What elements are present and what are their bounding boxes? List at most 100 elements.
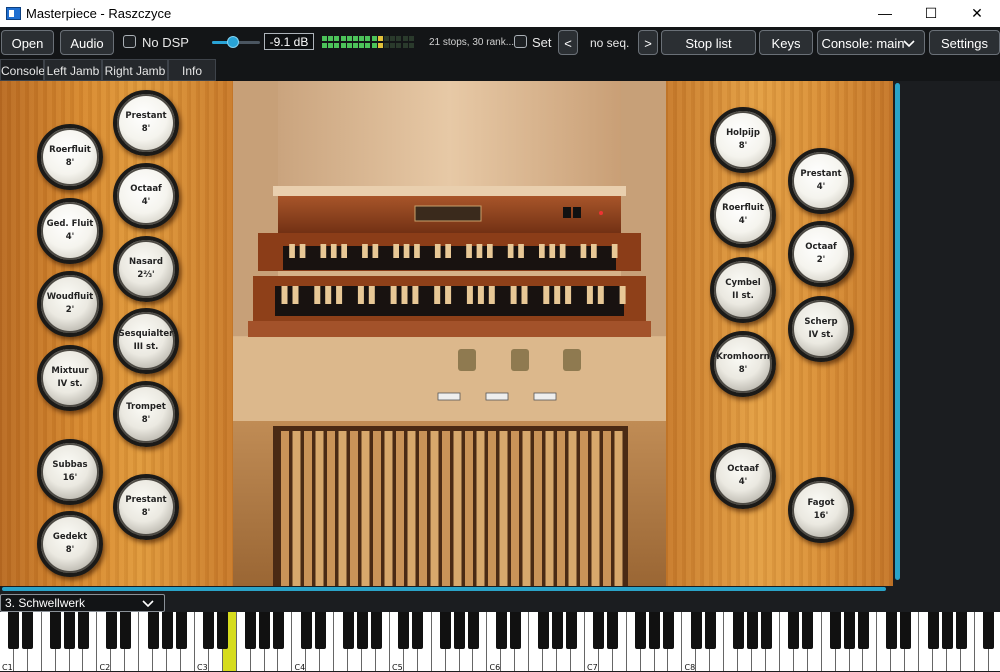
black-key[interactable]	[927, 612, 939, 649]
stop-scherp[interactable]: Scherp IV st.	[788, 296, 854, 362]
black-key[interactable]	[607, 612, 619, 649]
black-key[interactable]	[635, 612, 647, 649]
black-key[interactable]	[649, 612, 661, 649]
horizontal-scrollbar[interactable]	[2, 587, 886, 591]
next-sequence-button[interactable]: >	[638, 30, 658, 55]
black-key[interactable]	[370, 612, 382, 649]
close-button[interactable]: ✕	[954, 0, 1000, 27]
black-key[interactable]	[22, 612, 34, 649]
black-key[interactable]	[509, 612, 521, 649]
audio-button[interactable]: Audio	[60, 30, 114, 55]
black-key[interactable]	[941, 612, 953, 649]
black-key[interactable]	[802, 612, 814, 649]
black-key[interactable]	[746, 612, 758, 649]
no-dsp-checkbox[interactable]	[123, 35, 136, 48]
stop-octaaf-4[interactable]: Octaaf 4'	[113, 163, 179, 229]
stop-gedekt-8[interactable]: Gedekt 8'	[37, 511, 103, 577]
black-key[interactable]	[342, 612, 354, 649]
manual-select[interactable]: 3. Schwellwerk	[0, 594, 165, 612]
black-key[interactable]	[704, 612, 716, 649]
black-key[interactable]	[788, 612, 800, 649]
black-key[interactable]	[314, 612, 326, 649]
black-key[interactable]	[259, 612, 271, 649]
stop-woudfluit-2[interactable]: Woudfluit 2'	[37, 271, 103, 337]
manual-sharp-key	[586, 286, 593, 304]
tab-right-jamb[interactable]: Right Jamb	[102, 59, 168, 81]
stop-prestant-8[interactable]: Prestant 8'	[113, 90, 179, 156]
stop-roerfluit-8[interactable]: Roerfluit 8'	[37, 124, 103, 190]
virtual-keyboard[interactable]: C1 C2 C3 C4 C5 C6 C7 C8	[0, 612, 1000, 672]
stop-list-button[interactable]: Stop list	[661, 30, 756, 55]
stop-kromhoorn-8[interactable]: Kromhoorn 8'	[710, 331, 776, 397]
tab-left-jamb[interactable]: Left Jamb	[44, 59, 102, 81]
black-key[interactable]	[858, 612, 869, 649]
black-key[interactable]	[551, 612, 563, 649]
black-key[interactable]	[983, 612, 995, 649]
black-key[interactable]	[119, 612, 131, 649]
stop-subbas-16[interactable]: Subbas 16'	[37, 439, 103, 505]
black-key[interactable]	[300, 612, 312, 649]
black-key[interactable]	[105, 612, 117, 649]
black-key[interactable]	[955, 612, 967, 649]
keys-button[interactable]: Keys	[759, 30, 813, 55]
black-key[interactable]	[147, 612, 159, 649]
maximize-button[interactable]: ☐	[908, 0, 954, 27]
stop-trompet-8[interactable]: Trompet 8'	[113, 381, 179, 447]
black-key[interactable]	[468, 612, 479, 649]
black-key[interactable]	[899, 612, 911, 649]
stop-holpijp-8[interactable]: Holpijp 8'	[710, 107, 776, 173]
black-key[interactable]	[356, 612, 368, 649]
stops-info: 21 stops, 30 rank...	[429, 37, 515, 48]
black-key[interactable]	[537, 612, 549, 649]
black-key[interactable]	[440, 612, 452, 649]
stop-prestant-4[interactable]: Prestant 4'	[788, 148, 854, 214]
stop-roerfluit-4[interactable]: Roerfluit 4'	[710, 182, 776, 248]
black-key[interactable]	[203, 612, 215, 649]
stop-sesquialter[interactable]: Sesquialter III st.	[113, 308, 179, 374]
black-key[interactable]	[412, 612, 424, 649]
black-key[interactable]	[495, 612, 507, 649]
stop-octaaf-4-right[interactable]: Octaaf 4'	[710, 443, 776, 509]
black-key[interactable]	[454, 612, 466, 649]
volume-slider-handle[interactable]	[227, 36, 239, 48]
set-checkbox[interactable]	[514, 35, 527, 48]
black-key[interactable]	[217, 612, 229, 649]
stop-mixtuur[interactable]: Mixtuur IV st.	[37, 345, 103, 411]
open-button[interactable]: Open	[1, 30, 54, 55]
pedal-key	[568, 431, 577, 586]
black-key[interactable]	[245, 612, 257, 649]
tab-console[interactable]: Console	[0, 59, 45, 81]
black-key[interactable]	[565, 612, 577, 649]
vertical-scrollbar[interactable]	[895, 83, 900, 580]
black-key[interactable]	[161, 612, 173, 649]
black-key[interactable]	[50, 612, 62, 649]
manual-sharp-key	[314, 286, 321, 304]
stop-prestant-8-pedal[interactable]: Prestant 8'	[113, 474, 179, 540]
minimize-button[interactable]: —	[862, 0, 908, 27]
prev-sequence-button[interactable]: <	[558, 30, 578, 55]
settings-button[interactable]: Settings	[929, 30, 1000, 55]
black-key[interactable]	[8, 612, 20, 649]
stop-octaaf-2[interactable]: Octaaf 2'	[788, 221, 854, 287]
black-key[interactable]	[593, 612, 605, 649]
black-key[interactable]	[175, 612, 187, 649]
stop-cymbel[interactable]: Cymbel II st.	[710, 257, 776, 323]
stop-nasard[interactable]: Nasard 2⅔'	[113, 236, 179, 302]
black-key[interactable]	[844, 612, 856, 649]
black-key[interactable]	[830, 612, 842, 649]
stop-fagot-16[interactable]: Fagot 16'	[788, 477, 854, 543]
black-key[interactable]	[760, 612, 772, 649]
black-key[interactable]	[690, 612, 702, 649]
black-key[interactable]	[273, 612, 285, 649]
tab-info[interactable]: Info	[168, 59, 216, 81]
black-key[interactable]	[78, 612, 90, 649]
black-key[interactable]	[732, 612, 744, 649]
black-key[interactable]	[398, 612, 410, 649]
volume-db-readout: -9.1 dB	[264, 33, 314, 50]
black-key[interactable]	[663, 612, 674, 649]
stop-ged-fluit-4[interactable]: Ged. Fluit 4'	[37, 198, 103, 264]
side-panel	[900, 81, 1000, 591]
console-dropdown[interactable]: Console: main	[817, 30, 925, 55]
black-key[interactable]	[64, 612, 76, 649]
black-key[interactable]	[885, 612, 897, 649]
